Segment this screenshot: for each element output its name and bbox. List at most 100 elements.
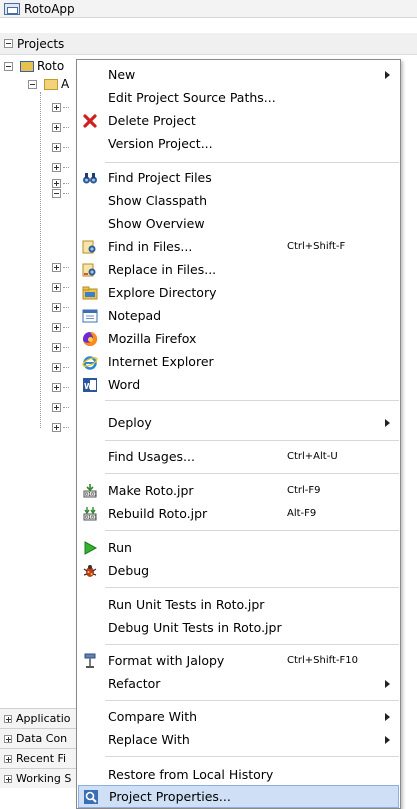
tree-node-expander[interactable] — [52, 342, 69, 352]
menu-item-rebuild-roto-jpr[interactable]: 0101 Rebuild Roto.jpr Alt-F9 — [77, 502, 400, 525]
menu-item-run-unit-tests[interactable]: Run Unit Tests in Roto.jpr — [77, 593, 400, 616]
expand-icon[interactable] — [4, 714, 12, 723]
tree-node-expander[interactable] — [52, 188, 69, 198]
menu-item-replace-with[interactable]: Replace With — [77, 728, 400, 751]
menu-item-delete-project[interactable]: Delete Project — [77, 109, 400, 132]
menu-item-new[interactable]: New — [77, 63, 400, 86]
tree-node-expander[interactable] — [52, 302, 69, 312]
debug-icon — [82, 563, 98, 579]
menu-separator — [105, 162, 399, 163]
expand-icon[interactable] — [52, 302, 61, 312]
menu-item-word[interactable]: W Word — [77, 373, 400, 396]
expand-icon[interactable] — [52, 162, 61, 172]
tree-node-expander[interactable] — [52, 142, 69, 152]
menu-item-restore-from-local-history[interactable]: Restore from Local History — [77, 763, 400, 786]
app-title-bar[interactable]: RotoApp — [0, 0, 417, 18]
menu-item-notepad[interactable]: Notepad — [77, 304, 400, 327]
menu-item-replace-in-files[interactable]: Replace in Files... — [77, 258, 400, 281]
menu-item-find-usages[interactable]: Find Usages... Ctrl+Alt-U — [77, 445, 400, 468]
collapse-icon[interactable] — [4, 39, 13, 48]
expand-icon[interactable] — [52, 402, 61, 412]
tree-node-expander[interactable] — [52, 162, 69, 172]
menu-item-label: Version Project... — [108, 136, 213, 151]
menu-item-label: Restore from Local History — [108, 767, 274, 782]
menu-item-format-with-jalopy[interactable]: Format with Jalopy Ctrl+Shift-F10 — [77, 649, 400, 672]
menu-item-refactor[interactable]: Refactor — [77, 672, 400, 695]
tree-node-expander[interactable] — [52, 322, 69, 332]
menu-item-show-classpath[interactable]: Show Classpath — [77, 189, 400, 212]
tree-node-expander[interactable] — [52, 402, 69, 412]
tree-node-expander[interactable] — [52, 382, 69, 392]
menu-item-label: Edit Project Source Paths... — [108, 90, 276, 105]
menu-item-version-project[interactable]: Version Project... — [77, 132, 400, 155]
menu-item-make-roto-jpr[interactable]: 0101 Make Roto.jpr Ctrl-F9 — [77, 479, 400, 502]
tree-node-expander[interactable] — [52, 262, 69, 272]
menu-separator — [105, 440, 399, 441]
collapse-icon[interactable] — [52, 188, 61, 198]
menu-item-debug-unit-tests[interactable]: Debug Unit Tests in Roto.jpr — [77, 616, 400, 639]
tree-node-expander[interactable] — [52, 102, 69, 112]
submenu-arrow-icon — [385, 70, 390, 79]
expand-icon[interactable] — [52, 422, 61, 432]
projects-panel-header[interactable]: Projects — [0, 33, 417, 55]
tree-node-expander[interactable] — [52, 122, 69, 132]
menu-item-label: Run — [108, 540, 132, 555]
menu-item-label: Replace in Files... — [108, 262, 217, 277]
menu-item-deploy[interactable]: Deploy — [77, 411, 400, 434]
expand-icon[interactable] — [4, 754, 12, 763]
collapse-icon[interactable] — [4, 61, 13, 71]
expand-icon[interactable] — [52, 282, 61, 292]
expand-icon[interactable] — [52, 322, 61, 332]
menu-item-find-in-files[interactable]: Find in Files... Ctrl+Shift-F — [77, 235, 400, 258]
menu-item-mozilla-firefox[interactable]: Mozilla Firefox — [77, 327, 400, 350]
tree-node-expander[interactable] — [52, 282, 69, 292]
menu-item-find-project-files[interactable]: Find Project Files — [77, 166, 400, 189]
folder-icon — [44, 78, 58, 90]
tree-node-expander[interactable] — [52, 422, 69, 432]
menu-item-label: Run Unit Tests in Roto.jpr — [108, 597, 265, 612]
explore-directory-icon — [82, 285, 98, 301]
expand-icon[interactable] — [52, 262, 61, 272]
menu-item-edit-project-source-paths[interactable]: Edit Project Source Paths... — [77, 86, 400, 109]
tree-node-expander[interactable] — [52, 362, 69, 372]
expand-icon[interactable] — [4, 774, 12, 783]
tree-root-node[interactable]: Roto — [4, 58, 64, 74]
applications-panel-tab[interactable]: Applicatio — [0, 708, 80, 728]
tree-connector — [63, 406, 69, 408]
panel-label: Applicatio — [16, 712, 71, 725]
application-icon — [4, 2, 20, 15]
expand-icon[interactable] — [52, 122, 61, 132]
data-controls-panel-tab[interactable]: Data Con — [0, 728, 80, 748]
menu-item-run[interactable]: Run — [77, 536, 400, 559]
menu-item-explore-directory[interactable]: Explore Directory — [77, 281, 400, 304]
working-sets-panel-tab[interactable]: Working S — [0, 768, 80, 788]
expand-icon[interactable] — [52, 178, 61, 188]
menu-item-shortcut: Ctrl+Alt-U — [287, 451, 338, 462]
expand-icon[interactable] — [52, 102, 61, 112]
expand-icon[interactable] — [52, 362, 61, 372]
menu-item-label: Explore Directory — [108, 285, 217, 300]
internet-explorer-icon — [82, 354, 98, 370]
menu-item-compare-with[interactable]: Compare With — [77, 705, 400, 728]
tree-child-node[interactable]: A — [28, 76, 69, 92]
expand-icon[interactable] — [52, 382, 61, 392]
notepad-icon — [82, 308, 98, 324]
collapse-icon[interactable] — [28, 79, 37, 89]
menu-item-debug[interactable]: Debug — [77, 559, 400, 582]
recent-files-panel-tab[interactable]: Recent Fi — [0, 748, 80, 768]
menu-item-show-overview[interactable]: Show Overview — [77, 212, 400, 235]
menu-item-shortcut: Ctrl+Shift-F — [287, 241, 346, 252]
tree-guide-line — [40, 92, 41, 428]
expand-icon[interactable] — [4, 734, 12, 743]
tree-node-expander[interactable] — [52, 178, 69, 188]
menu-separator — [105, 473, 399, 474]
jalopy-icon — [82, 653, 98, 669]
expand-icon[interactable] — [52, 342, 61, 352]
submenu-arrow-icon — [385, 712, 390, 721]
expand-icon[interactable] — [52, 142, 61, 152]
delete-x-icon — [82, 113, 98, 129]
menu-item-internet-explorer[interactable]: Internet Explorer — [77, 350, 400, 373]
menu-item-project-properties[interactable]: Project Properties... — [78, 785, 399, 808]
menu-separator — [105, 700, 399, 701]
rebuild-icon: 0101 — [82, 506, 98, 522]
